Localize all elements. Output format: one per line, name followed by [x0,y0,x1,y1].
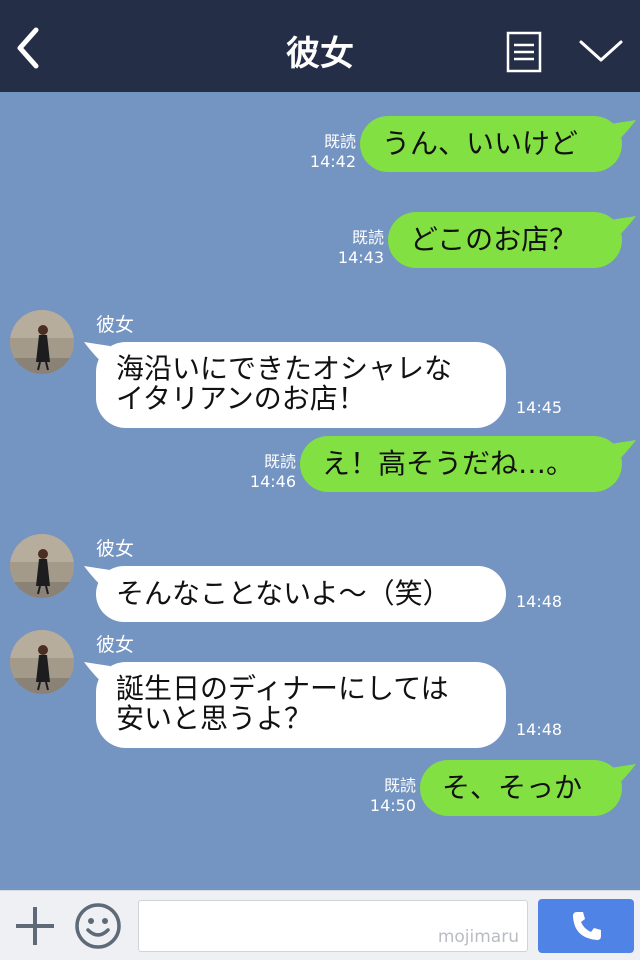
bubble-tail [610,764,636,790]
message-text: うん、いいけど [382,127,579,160]
message-time: 14:45 [516,398,563,417]
girlfriend-avatar-icon [10,310,74,374]
message-text: どこのお店？ [410,223,578,256]
chat-header: 彼女 [0,0,640,92]
message-meta: 既読 14:46 [240,452,296,492]
call-button[interactable] [538,899,634,953]
phone-icon [573,912,601,940]
bubble-tail [610,216,636,242]
girlfriend-avatar-icon [10,630,74,694]
message-bubble-sent[interactable]: そ、そっか [420,760,622,816]
message-bubble-sent[interactable]: え！高そうだね…。 [300,436,622,492]
collapse-button[interactable] [578,36,624,66]
sender-name: 彼女 [96,538,135,560]
message-bubble-received[interactable]: そんなことないよ～（笑） [96,566,506,622]
message-time: 14:46 [249,472,296,491]
sender-name: 彼女 [96,314,135,336]
read-receipt: 既読 [323,132,356,151]
message-text: そんなことないよ～（笑） [116,577,451,610]
menu-button[interactable] [506,31,542,73]
message-bubble-received[interactable]: 誕生日のディナーにしては 安いと思うよ？ [96,662,506,748]
girlfriend-avatar-icon [10,534,74,598]
message-text: 海沿いにできたオシャレな イタリアンのお店！ [116,352,453,415]
read-receipt: 既読 [383,776,416,795]
chevron-down-icon [579,40,623,62]
bubble-tail [610,440,636,466]
message-time: 14:48 [516,592,563,611]
message-bubble-sent[interactable]: うん、いいけど [360,116,622,172]
plus-icon [16,907,54,945]
chat-messages[interactable]: 既読 14:42 うん、いいけど 既読 14:43 どこのお店？ 彼女 海沿いに… [0,92,640,890]
message-meta: 既読 14:50 [360,776,416,816]
message-time: 14:43 [337,248,384,267]
message-meta: 既読 14:42 [300,132,356,172]
chat-title: 彼女 [286,34,354,74]
message-meta: 既読 14:43 [328,228,384,268]
input-bar: mojimaru [0,890,640,960]
watermark-text: mojimaru [437,927,519,947]
message-time: 14:42 [309,152,356,171]
message-text: そ、そっか [442,771,583,804]
read-receipt: 既読 [351,228,384,247]
add-attachment-button[interactable] [14,905,56,947]
message-input[interactable]: mojimaru [138,900,528,952]
avatar[interactable] [10,310,74,374]
message-time: 14:48 [516,720,563,739]
message-time: 14:50 [369,796,416,815]
message-bubble-received[interactable]: 海沿いにできたオシャレな イタリアンのお店！ [96,342,506,428]
note-menu-icon [506,31,542,73]
avatar[interactable] [10,534,74,598]
emoji-button[interactable] [74,902,122,950]
message-text: え！高そうだね…。 [322,447,575,480]
message-text: 誕生日のディナーにしては 安いと思うよ？ [116,672,449,735]
bubble-tail [610,120,636,146]
smiley-icon [75,903,121,949]
sender-name: 彼女 [96,634,135,656]
read-receipt: 既読 [263,452,296,471]
message-bubble-sent[interactable]: どこのお店？ [388,212,622,268]
avatar[interactable] [10,630,74,694]
